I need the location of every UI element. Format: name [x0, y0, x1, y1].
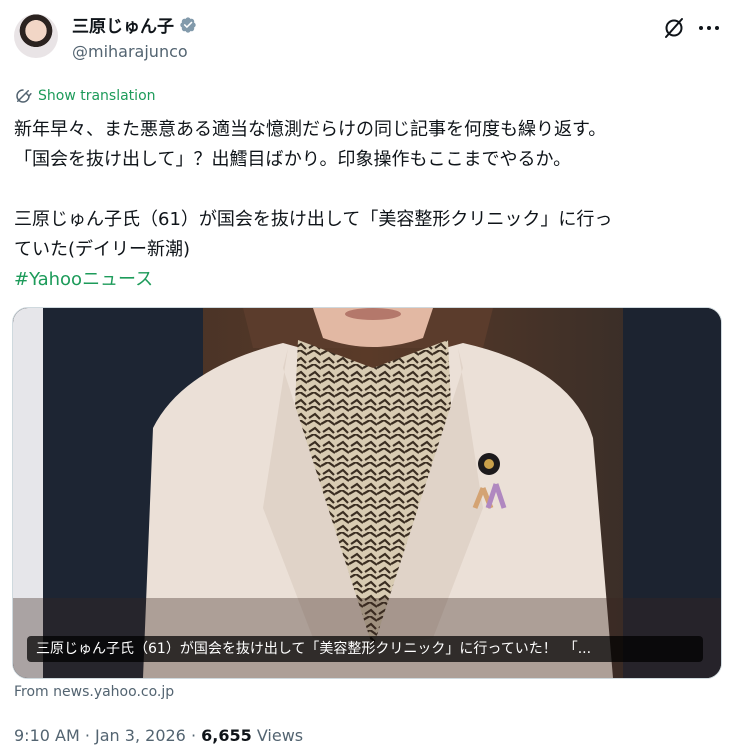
show-translation-label: Show translation: [38, 88, 156, 104]
tweet-text: 新年早々、また悪意ある適当な憶測だらけの同じ記事を何度も繰り返す。 「国会を抜け…: [14, 115, 726, 295]
show-translation-link[interactable]: Show translation: [14, 87, 156, 105]
display-name[interactable]: 三原じゅん子: [72, 12, 174, 37]
tweet-blank-line: [14, 175, 726, 205]
tweet-line: 「国会を抜け出して」？出鱈目ばかり。印象操作もここまでやるか。: [14, 149, 572, 170]
views-label: Views: [256, 726, 304, 745]
translate-icon: [16, 89, 32, 103]
photo: [13, 308, 721, 678]
meta-separator: ·: [84, 726, 96, 745]
link-card-image[interactable]: [12, 307, 722, 679]
link-source[interactable]: From news.yahoo.co.jp: [14, 684, 174, 700]
tweet-line: 三原じゅん子氏（61）が国会を抜け出して「美容整形クリニック」に行っ: [14, 209, 613, 230]
link-card-title[interactable]: 三原じゅん子氏（61）が国会を抜け出して「美容整形クリニック」に行っていた！ 「…: [27, 636, 703, 662]
meta-separator: ·: [190, 726, 202, 745]
views-count: 6,655: [201, 726, 252, 745]
hashtag-link[interactable]: #Yahooニュース: [14, 269, 153, 290]
tweet-time[interactable]: 9:10 AM: [14, 726, 80, 745]
more-options-icon[interactable]: [697, 16, 721, 40]
author-handle[interactable]: @miharajunco: [72, 42, 188, 61]
author-name-row: 三原じゅん子: [72, 12, 197, 37]
tweet-date[interactable]: Jan 3, 2026: [95, 726, 186, 745]
grok-icon[interactable]: [662, 16, 686, 40]
verified-badge-icon: [180, 16, 196, 33]
tweet-line: ていた(デイリー新潮): [14, 239, 191, 260]
avatar[interactable]: [14, 14, 58, 58]
tweet-line: 新年早々、また悪意ある適当な憶測だらけの同じ記事を何度も繰り返す。: [14, 119, 607, 140]
tweet-meta: 9:10 AM · Jan 3, 2026 · 6,655 Views: [14, 726, 303, 745]
